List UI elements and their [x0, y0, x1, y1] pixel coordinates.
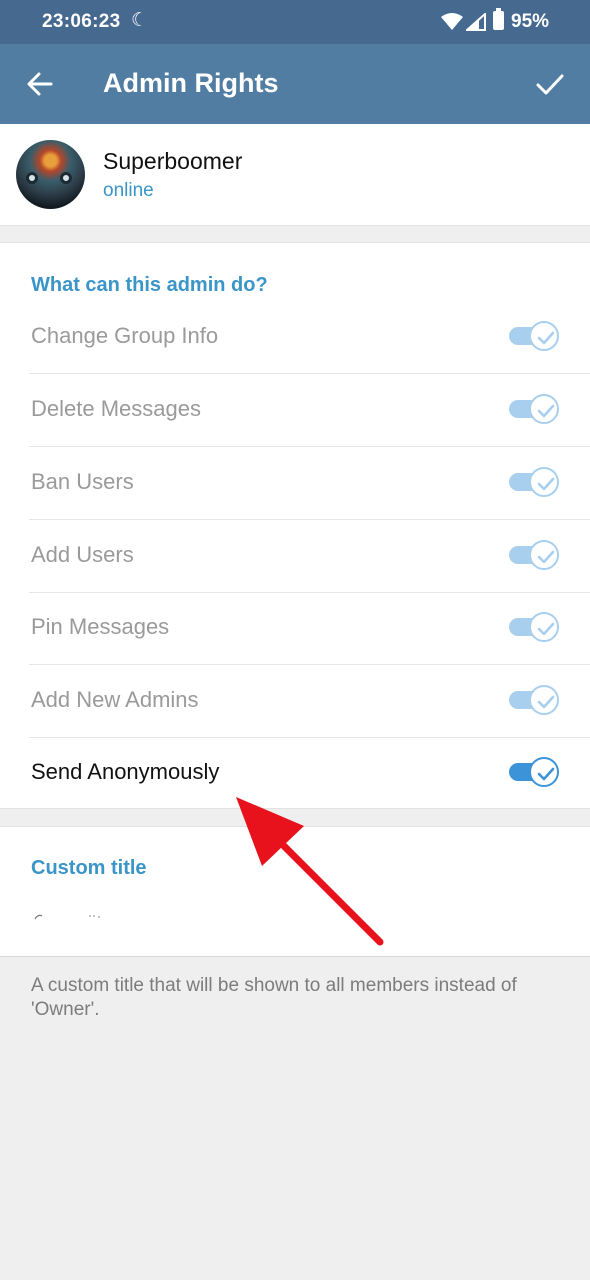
avatar — [16, 140, 85, 209]
page-title: Admin Rights — [103, 68, 279, 98]
toggle-switch[interactable] — [509, 612, 559, 642]
permissions-section: What can this admin do? Change Group Inf… — [0, 242, 590, 809]
profile-status: online — [103, 180, 154, 201]
wifi-icon — [441, 13, 463, 30]
arrow-left-icon[interactable] — [24, 68, 56, 100]
cell-signal-icon — [466, 13, 486, 31]
toggle-switch[interactable] — [509, 394, 559, 424]
status-time: 23:06:23 — [42, 11, 121, 32]
toggle-switch[interactable] — [509, 540, 559, 570]
battery-icon — [493, 8, 504, 30]
permission-add-users[interactable]: Add Users — [0, 520, 590, 593]
permission-label: Pin Messages — [31, 614, 170, 639]
custom-title-heading: Custom title — [31, 857, 147, 879]
permission-ban-users[interactable]: Ban Users — [0, 447, 590, 520]
custom-title-section: Custom title — [0, 826, 590, 957]
permission-label: Delete Messages — [31, 396, 201, 421]
permission-add-new-admins[interactable]: Add New Admins — [0, 665, 590, 738]
profile-name: Superboomer — [103, 148, 243, 174]
permission-label: Send Anonymously — [31, 759, 220, 784]
permission-delete-messages[interactable]: Delete Messages — [0, 374, 590, 447]
permission-pin-messages[interactable]: Pin Messages — [0, 592, 590, 665]
toggle-switch[interactable] — [509, 685, 559, 715]
permission-label: Change Group Info — [31, 323, 219, 348]
toggle-switch[interactable] — [509, 321, 559, 351]
checkmark-icon[interactable] — [534, 68, 566, 100]
permission-label: Ban Users — [31, 469, 134, 494]
do-not-disturb-moon-icon: ☾ — [131, 10, 149, 31]
custom-title-help: A custom title that will be shown to all… — [31, 975, 517, 1020]
app-bar: Admin Rights — [0, 44, 590, 124]
battery-percent: 95% — [511, 11, 550, 32]
permission-change-group-info[interactable]: Change Group Info — [0, 301, 590, 374]
text-cursor-icon — [34, 914, 100, 920]
permissions-heading: What can this admin do? — [31, 274, 268, 296]
admin-profile[interactable]: Superboomer online — [0, 124, 590, 226]
toggle-switch[interactable] — [509, 757, 559, 787]
status-bar: 23:06:23 ☾ 95% — [0, 0, 590, 44]
permission-label: Add Users — [31, 542, 134, 567]
permission-label: Add New Admins — [31, 687, 199, 712]
toggle-switch[interactable] — [509, 467, 559, 497]
permission-send-anonymously[interactable]: Send Anonymously — [0, 737, 590, 810]
